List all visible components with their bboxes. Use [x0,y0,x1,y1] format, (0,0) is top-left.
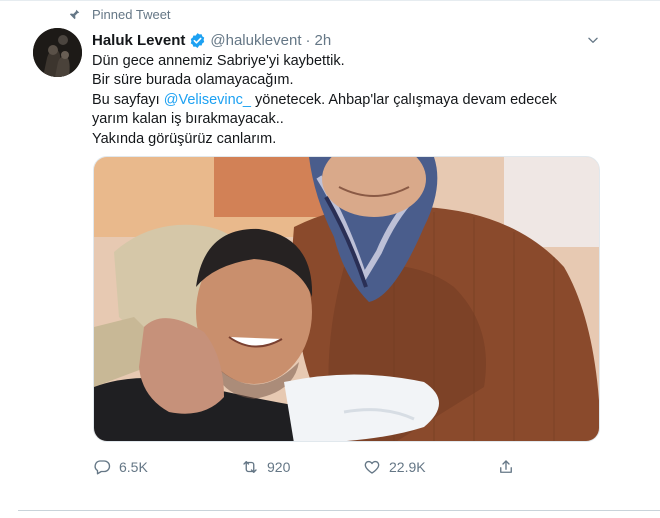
author-handle[interactable]: @haluklevent [210,32,301,49]
tweet-line: Bir süre burada olamayacağım. [92,72,294,89]
share-button[interactable] [496,456,516,478]
tweet-timestamp[interactable]: 2h [315,32,332,49]
share-icon [496,457,516,477]
like-button[interactable]: 22.9K [362,456,426,478]
pin-icon [66,7,82,23]
heart-icon [362,457,382,477]
reply-button[interactable]: 6.5K [92,456,148,478]
like-count: 22.9K [389,459,426,475]
tweet-line-text: yönetecek. Ahbap'lar çalışmaya devam ede… [251,91,557,108]
reply-count: 6.5K [119,459,148,475]
verified-badge-icon [189,32,206,49]
retweet-count: 920 [267,459,291,475]
avatar[interactable] [33,28,82,77]
mention-link[interactable]: @Velisevinc_ [164,92,251,108]
tweet-line: Dün gece annemiz Sabriye'yi kaybettik. [92,53,345,69]
tweet-actions: 6.5K 920 22.9K [92,456,522,478]
pinned-label: Pinned Tweet [92,7,171,22]
pinned-indicator [66,6,82,24]
tweet-header: Haluk Levent @haluklevent · 2h [92,30,331,50]
tweet-line-text: Bu sayfayı [92,91,164,108]
retweet-button[interactable]: 920 [240,456,290,478]
bottom-divider [18,510,660,511]
retweet-icon [240,457,260,477]
tweet-line: Bu sayfayı @Velisevinc_ yönetecek. Ahbap… [92,91,592,110]
chevron-down-icon[interactable] [585,32,601,48]
separator-dot: · [305,31,311,49]
tweet-photo[interactable] [93,156,600,442]
author-name[interactable]: Haluk Levent [92,32,185,49]
top-divider [0,0,660,1]
tweet-line: yarım kalan iş bırakmayacak.. [92,111,284,128]
tweet-text: Dün gece annemiz Sabriye'yi kaybettik. B… [92,52,592,149]
tweet-line: Yakında görüşürüz canlarım. [92,130,277,147]
reply-icon [92,457,112,477]
